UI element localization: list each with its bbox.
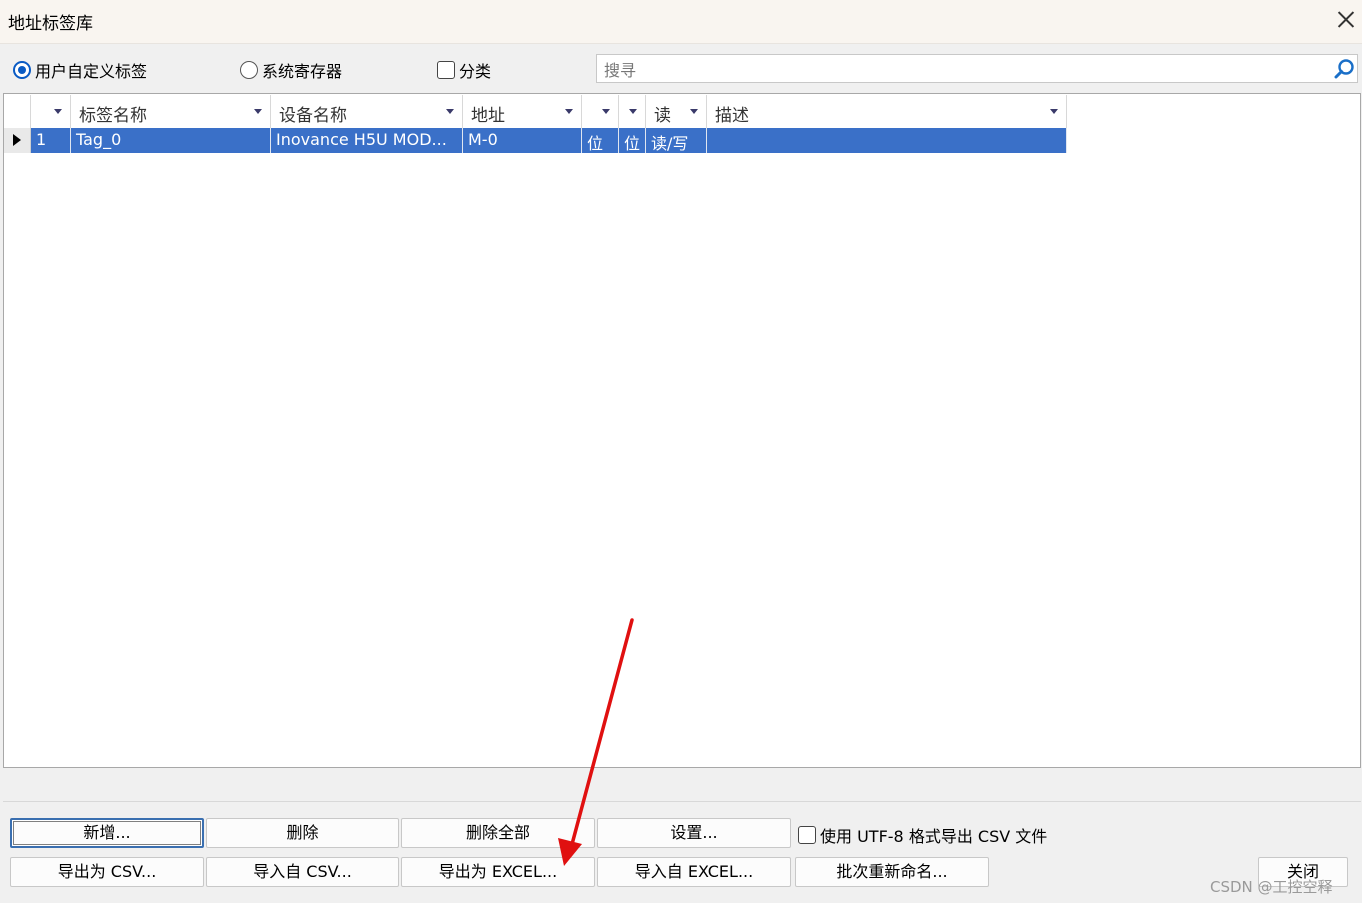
checkbox-icon[interactable] xyxy=(437,61,455,79)
cell-address[interactable]: M-0 xyxy=(463,128,582,153)
header-dropdown-icon[interactable] xyxy=(629,109,637,114)
header-col6[interactable] xyxy=(619,95,646,128)
category-checkbox[interactable]: 分类 xyxy=(437,58,491,82)
cell-description[interactable] xyxy=(707,128,1067,153)
import-excel-button[interactable]: 导入自 EXCEL... xyxy=(597,857,791,887)
radio-selected-icon[interactable] xyxy=(13,61,31,79)
cell-tag-name[interactable]: Tag_0 xyxy=(71,128,271,153)
header-dropdown-icon[interactable] xyxy=(602,109,610,114)
batch-rename-button[interactable]: 批次重新命名... xyxy=(795,857,989,887)
utf8-label: 使用 UTF-8 格式导出 CSV 文件 xyxy=(820,827,1048,846)
header-tag-name[interactable]: 标签名称 xyxy=(71,95,271,128)
header-dropdown-icon[interactable] xyxy=(446,109,454,114)
export-csv-button[interactable]: 导出为 CSV... xyxy=(10,857,204,887)
close-icon[interactable] xyxy=(1332,6,1360,34)
cell-col5[interactable]: 位 xyxy=(582,128,619,153)
header-index[interactable] xyxy=(31,95,71,128)
radio-system-label: 系统寄存器 xyxy=(262,62,343,81)
add-button[interactable]: 新增... xyxy=(10,818,204,848)
delete-button[interactable]: 删除 xyxy=(206,818,399,848)
delete-all-button[interactable]: 删除全部 xyxy=(401,818,595,848)
radio-user-label: 用户自定义标签 xyxy=(35,62,148,81)
watermark: CSDN @工控空释 xyxy=(1210,878,1333,896)
export-excel-button[interactable]: 导出为 EXCEL... xyxy=(401,857,595,887)
radio-system-registers[interactable]: 系统寄存器 xyxy=(240,58,342,82)
header-description-label: 描述 xyxy=(715,106,749,126)
header-dropdown-icon[interactable] xyxy=(690,109,698,114)
search-icon[interactable] xyxy=(1334,58,1356,80)
header-address[interactable]: 地址 xyxy=(463,95,582,128)
radio-user-tags[interactable]: 用户自定义标签 xyxy=(13,58,147,82)
header-device-name-label: 设备名称 xyxy=(279,106,347,126)
header-tag-name-label: 标签名称 xyxy=(79,106,147,126)
header-col5[interactable] xyxy=(582,95,619,128)
radio-unselected-icon[interactable] xyxy=(240,61,258,79)
header-dropdown-icon[interactable] xyxy=(565,109,573,114)
cell-read-write[interactable]: 读/写 xyxy=(646,128,707,153)
search-input[interactable] xyxy=(602,59,1326,81)
category-label: 分类 xyxy=(459,62,492,81)
header-dropdown-icon[interactable] xyxy=(1050,109,1058,114)
cell-device-name[interactable]: Inovance H5U MOD... xyxy=(271,128,463,153)
tag-table[interactable]: 标签名称 设备名称 地址 读 描述 1 Tag_0 Inovance H5U M… xyxy=(3,93,1361,768)
header-dropdown-icon[interactable] xyxy=(254,109,262,114)
header-description[interactable]: 描述 xyxy=(707,95,1067,128)
import-csv-button[interactable]: 导入自 CSV... xyxy=(206,857,399,887)
checkbox-icon[interactable] xyxy=(798,826,816,844)
header-rowmark xyxy=(4,95,31,128)
search-box[interactable] xyxy=(596,54,1358,83)
header-read-label: 读 xyxy=(654,106,671,126)
window-title: 地址标签库 xyxy=(8,14,93,34)
cell-col6[interactable]: 位 xyxy=(619,128,646,153)
header-read[interactable]: 读 xyxy=(646,95,707,128)
header-address-label: 地址 xyxy=(471,106,505,126)
cell-index[interactable]: 1 xyxy=(31,128,71,153)
title-bar: 地址标签库 xyxy=(0,0,1362,44)
header-dropdown-icon[interactable] xyxy=(54,109,62,114)
header-device-name[interactable]: 设备名称 xyxy=(271,95,463,128)
settings-button[interactable]: 设置... xyxy=(597,818,791,848)
row-selector-icon[interactable] xyxy=(4,128,31,153)
utf8-option[interactable]: 使用 UTF-8 格式导出 CSV 文件 xyxy=(798,823,1047,847)
